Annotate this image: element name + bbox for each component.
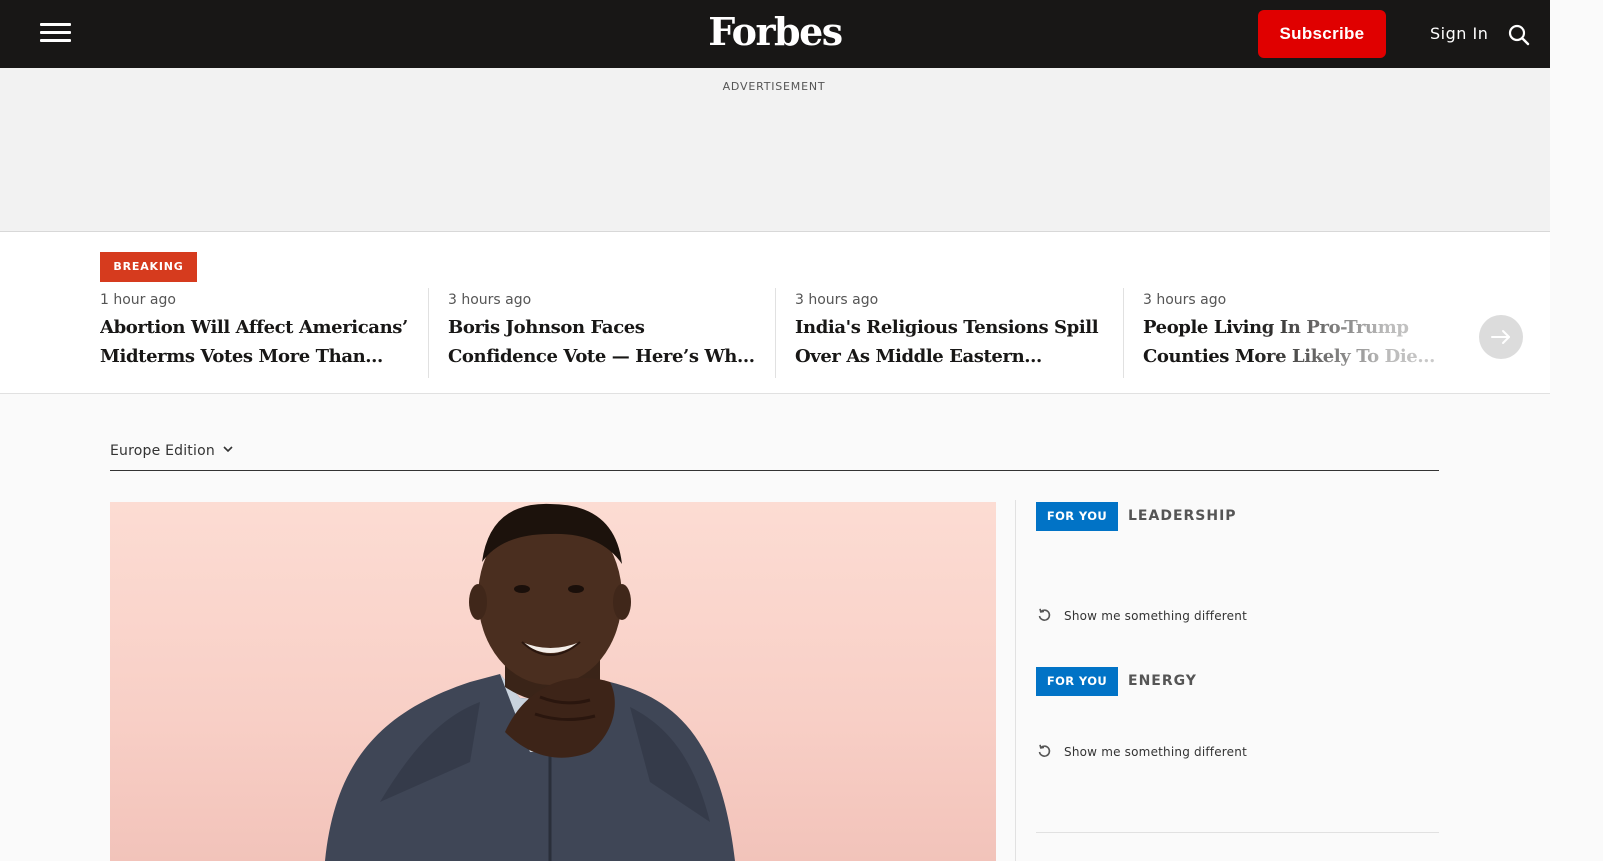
arrow-right-icon <box>1491 330 1510 344</box>
chevron-down-icon <box>223 446 233 453</box>
story-headline[interactable]: People Living In Pro-Trump Counties More… <box>1143 313 1453 371</box>
show-something-different-label: Show me something different <box>1064 609 1247 623</box>
refresh-icon <box>1038 744 1051 757</box>
advertisement-zone: ADVERTISEMENT <box>0 68 1550 232</box>
topic-energy[interactable]: ENERGY <box>1128 667 1197 696</box>
breaking-story[interactable]: 3 hours ago India's Religious Tensions S… <box>775 288 1105 380</box>
for-you-badge: FOR YOU <box>1036 667 1118 696</box>
breaking-badge: BREAKING <box>100 252 197 282</box>
refresh-icon <box>1038 608 1051 621</box>
edition-selector[interactable]: Europe Edition <box>110 441 233 461</box>
subscribe-button[interactable]: Subscribe <box>1258 10 1386 58</box>
breaking-story[interactable]: 1 hour ago Abortion Will Affect American… <box>100 288 410 380</box>
breaking-story[interactable]: 3 hours ago Boris Johnson Faces Confiden… <box>428 288 758 380</box>
for-you-badge: FOR YOU <box>1036 502 1118 531</box>
story-headline[interactable]: Boris Johnson Faces Confidence Vote — He… <box>448 313 758 371</box>
story-timestamp: 3 hours ago <box>795 292 879 308</box>
hero-portrait-illustration <box>325 503 735 861</box>
topic-leadership[interactable]: LEADERSHIP <box>1128 502 1237 531</box>
hamburger-menu-icon[interactable] <box>40 22 71 44</box>
show-something-different-button[interactable]: Show me something different <box>1036 608 1247 624</box>
sign-in-link[interactable]: Sign In <box>1430 24 1488 44</box>
sidebar-divider <box>1036 832 1439 833</box>
search-icon[interactable] <box>1508 24 1530 46</box>
story-timestamp: 1 hour ago <box>100 292 176 308</box>
hero-image[interactable] <box>110 502 996 861</box>
story-timestamp: 3 hours ago <box>1143 292 1227 308</box>
next-stories-button[interactable] <box>1479 315 1523 359</box>
edition-divider <box>110 470 1439 471</box>
top-navigation-bar: Forbes Subscribe Sign In <box>0 0 1550 68</box>
story-headline[interactable]: India's Religious Tensions Spill Over As… <box>795 313 1105 371</box>
story-timestamp: 3 hours ago <box>448 292 532 308</box>
advertisement-label: ADVERTISEMENT <box>722 80 826 93</box>
breaking-story[interactable]: 3 hours ago People Living In Pro-Trump C… <box>1123 288 1453 380</box>
story-headline[interactable]: Abortion Will Affect Americans’ Midterms… <box>100 313 410 371</box>
breaking-news-strip: BREAKING 1 hour ago Abortion Will Affect… <box>0 232 1550 394</box>
forbes-logo[interactable]: Forbes <box>700 7 850 57</box>
edition-label: Europe Edition <box>110 443 215 459</box>
show-something-different-button[interactable]: Show me something different <box>1036 744 1247 760</box>
show-something-different-label: Show me something different <box>1064 745 1247 759</box>
column-divider <box>1015 500 1016 861</box>
